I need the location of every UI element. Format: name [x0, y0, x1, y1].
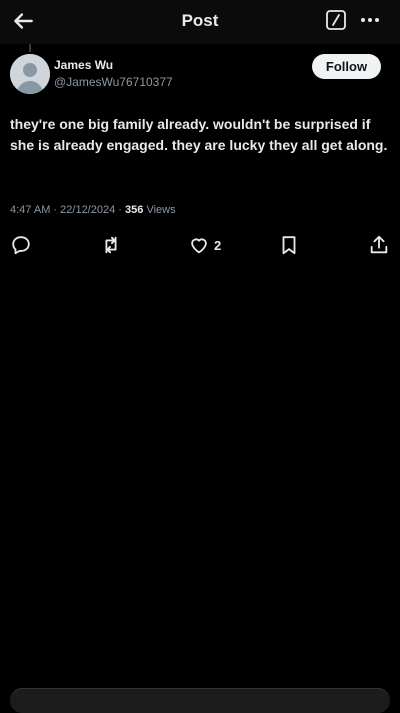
heart-icon — [191, 238, 207, 254]
post-meta: 4:47 AM · 22/12/2024 · 356 Views — [10, 204, 176, 216]
views-count: 356 — [125, 204, 144, 216]
post-time[interactable]: 4:47 AM — [10, 204, 50, 216]
like-button[interactable]: 2 — [188, 233, 221, 257]
meta-separator: · — [53, 204, 58, 216]
share-icon[interactable] — [368, 233, 390, 257]
reply-icon[interactable] — [10, 233, 32, 257]
post-date[interactable]: 22/12/2024 — [60, 204, 115, 216]
author-handle[interactable]: @JamesWu76710377 — [54, 75, 173, 89]
top-bar: Post — [0, 0, 400, 44]
avatar[interactable] — [10, 54, 50, 94]
author-name[interactable]: James Wu — [54, 58, 113, 72]
action-bar: 2 — [0, 230, 400, 260]
compose-icon[interactable] — [325, 9, 347, 31]
like-count: 2 — [214, 237, 222, 253]
meta-separator: · — [118, 204, 122, 216]
thread-line — [29, 44, 31, 52]
reply-input-bar[interactable] — [10, 688, 390, 713]
repost-icon[interactable] — [100, 233, 122, 257]
views-label: Views — [146, 204, 176, 216]
bookmark-icon[interactable] — [278, 233, 300, 257]
more-dots-icon[interactable] — [358, 8, 382, 32]
post-text: they're one big family already. wouldn't… — [10, 116, 388, 153]
follow-button[interactable]: Follow — [312, 54, 381, 79]
